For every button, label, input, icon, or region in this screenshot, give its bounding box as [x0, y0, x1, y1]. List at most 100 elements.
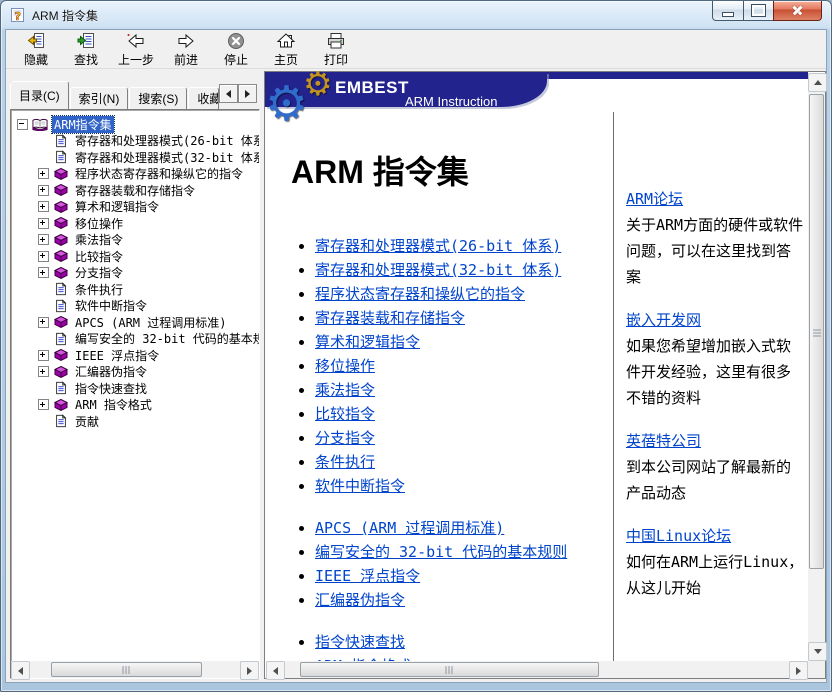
stop-button[interactable]: 停止	[211, 30, 261, 68]
page-icon	[53, 150, 69, 164]
minimize-button[interactable]	[712, 1, 744, 21]
topic-link[interactable]: 软件中断指令	[315, 477, 405, 495]
topic-link[interactable]: 寄存器和处理器模式(26-bit 体系)	[315, 237, 561, 255]
topic-link[interactable]: 程序状态寄存器和操纵它的指令	[315, 285, 525, 303]
window-controls	[712, 1, 822, 21]
link-list-core: 寄存器和处理器模式(26-bit 体系) 寄存器和处理器模式(32-bit 体系…	[291, 234, 607, 498]
list-item: IEEE 浮点指令	[315, 564, 607, 588]
tree-item[interactable]: 算术和逻辑指令	[17, 199, 259, 216]
blue-gear-icon: ⚙	[265, 80, 308, 128]
tab-index[interactable]: 索引(N)	[70, 87, 129, 109]
forward-button[interactable]: 前进	[161, 30, 211, 68]
scroll-right-icon[interactable]	[240, 661, 259, 680]
tree-item[interactable]: 贡献	[17, 413, 259, 430]
expand-plus-icon[interactable]	[38, 317, 49, 328]
expand-plus-icon[interactable]	[38, 218, 49, 229]
tree-item[interactable]: 寄存器和处理器模式(32-bit 体系)	[17, 149, 259, 166]
locate-label: 查找	[74, 51, 98, 68]
hide-button[interactable]: 隐藏	[11, 30, 61, 68]
scroll-left-icon[interactable]	[11, 661, 30, 680]
scrollbar-thumb[interactable]	[51, 662, 202, 677]
topic-link[interactable]: 汇编器伪指令	[315, 591, 405, 609]
tree-item[interactable]: 移位操作	[17, 215, 259, 232]
minimize-icon	[723, 13, 733, 16]
expand-plus-icon[interactable]	[38, 350, 49, 361]
tab-contents[interactable]: 目录(C)	[10, 81, 69, 109]
topic-link[interactable]: 乘法指令	[315, 381, 375, 399]
scrollbar-corner	[808, 661, 825, 678]
tree-item[interactable]: APCS (ARM 过程调用标准)	[17, 314, 259, 331]
brand-logo-text: EMBEST	[335, 78, 409, 98]
back-arrow-icon	[126, 31, 146, 51]
tree-item[interactable]: 指令快速查找	[17, 380, 259, 397]
scroll-right-icon[interactable]	[789, 661, 808, 680]
scroll-up-icon[interactable]	[808, 73, 827, 92]
tree-horizontal-scrollbar[interactable]	[11, 661, 259, 678]
external-link[interactable]: ARM论坛	[626, 190, 683, 208]
topic-link[interactable]: 算术和逻辑指令	[315, 333, 420, 351]
expand-plus-icon[interactable]	[38, 201, 49, 212]
gold-gear-icon: ⚙	[303, 67, 333, 100]
related-links-column: ARM论坛 关于ARM方面的硬件或软件问题，可以在这里找到答案 嵌入开发网 如果…	[613, 112, 808, 661]
topic-link[interactable]: 条件执行	[315, 453, 375, 471]
external-link[interactable]: 嵌入开发网	[626, 311, 701, 329]
expand-plus-icon[interactable]	[38, 399, 49, 410]
content-horizontal-scrollbar[interactable]	[266, 661, 808, 678]
list-item: 算术和逻辑指令	[315, 330, 607, 354]
tab-scroll-right-icon[interactable]	[238, 84, 257, 103]
expand-plus-icon[interactable]	[38, 185, 49, 196]
close-button[interactable]	[773, 1, 822, 21]
scrollbar-thumb[interactable]	[809, 94, 824, 569]
tab-scroll-left-icon[interactable]	[219, 84, 238, 103]
scroll-left-icon[interactable]	[266, 661, 285, 680]
content-vertical-scrollbar[interactable]	[808, 73, 825, 661]
maximize-button[interactable]	[744, 1, 773, 21]
topic-link[interactable]: 移位操作	[315, 357, 375, 375]
tree-item-root[interactable]: ARM指令集	[17, 116, 259, 133]
expand-plus-icon[interactable]	[38, 251, 49, 262]
back-label: 上一步	[118, 51, 154, 68]
tree-item[interactable]: 软件中断指令	[17, 298, 259, 315]
expand-plus-icon[interactable]	[38, 267, 49, 278]
tab-favorites[interactable]: 收藏	[188, 87, 219, 109]
print-button[interactable]: 打印	[311, 30, 361, 68]
topic-link[interactable]: 指令快速查找	[315, 633, 405, 651]
topic-link[interactable]: 寄存器和处理器模式(32-bit 体系)	[315, 261, 561, 279]
external-link[interactable]: 英蓓特公司	[626, 432, 701, 450]
collapse-minus-icon[interactable]	[17, 119, 28, 130]
tree-item[interactable]: 分支指令	[17, 265, 259, 282]
scrollbar-thumb[interactable]	[300, 662, 599, 677]
locate-button[interactable]: 查找	[61, 30, 111, 68]
expand-plus-icon[interactable]	[38, 168, 49, 179]
home-button[interactable]: 主页	[261, 30, 311, 68]
topic-link[interactable]: 编写安全的 32-bit 代码的基本规则	[315, 543, 567, 561]
tree-item[interactable]: ARM 指令格式	[17, 397, 259, 414]
tree-item[interactable]: IEEE 浮点指令	[17, 347, 259, 364]
topic-link[interactable]: APCS (ARM 过程调用标准)	[315, 519, 504, 537]
link-list-advanced: APCS (ARM 过程调用标准) 编写安全的 32-bit 代码的基本规则 I…	[291, 516, 607, 612]
expand-plus-icon[interactable]	[38, 366, 49, 377]
back-button[interactable]: 上一步	[111, 30, 161, 68]
tree-item[interactable]: 程序状态寄存器和操纵它的指令	[17, 166, 259, 183]
main-split: 目录(C) 索引(N) 搜索(S) 收藏 ARM指令集	[6, 69, 826, 682]
tree-item[interactable]: 编写安全的 32-bit 代码的基本规则	[17, 331, 259, 348]
closed-book-icon	[53, 200, 69, 214]
expand-plus-icon[interactable]	[38, 234, 49, 245]
tree-item[interactable]: 比较指令	[17, 248, 259, 265]
topic-link[interactable]: IEEE 浮点指令	[315, 567, 420, 585]
tree-item[interactable]: 条件执行	[17, 281, 259, 298]
tab-search[interactable]: 搜索(S)	[129, 87, 187, 109]
tree-item[interactable]: 汇编器伪指令	[17, 364, 259, 381]
topic-link[interactable]: 比较指令	[315, 405, 375, 423]
tree-item[interactable]: 乘法指令	[17, 232, 259, 249]
related-block: 嵌入开发网 如果您希望增加嵌入式软件开发经验，这里有很多不错的资料	[626, 307, 804, 411]
topic-link[interactable]: 分支指令	[315, 429, 375, 447]
external-link[interactable]: 中国Linux论坛	[626, 527, 731, 545]
tree-item[interactable]: 寄存器装载和存储指令	[17, 182, 259, 199]
closed-book-icon	[53, 216, 69, 230]
related-desc: 如果您希望增加嵌入式软件开发经验，这里有很多不错的资料	[626, 333, 804, 411]
tree-item[interactable]: 寄存器和处理器模式(26-bit 体系)	[17, 133, 259, 150]
topic-link[interactable]: 寄存器装载和存储指令	[315, 309, 465, 327]
scroll-down-icon[interactable]	[808, 642, 827, 661]
banner-subtitle: ARM Instruction	[405, 94, 497, 109]
